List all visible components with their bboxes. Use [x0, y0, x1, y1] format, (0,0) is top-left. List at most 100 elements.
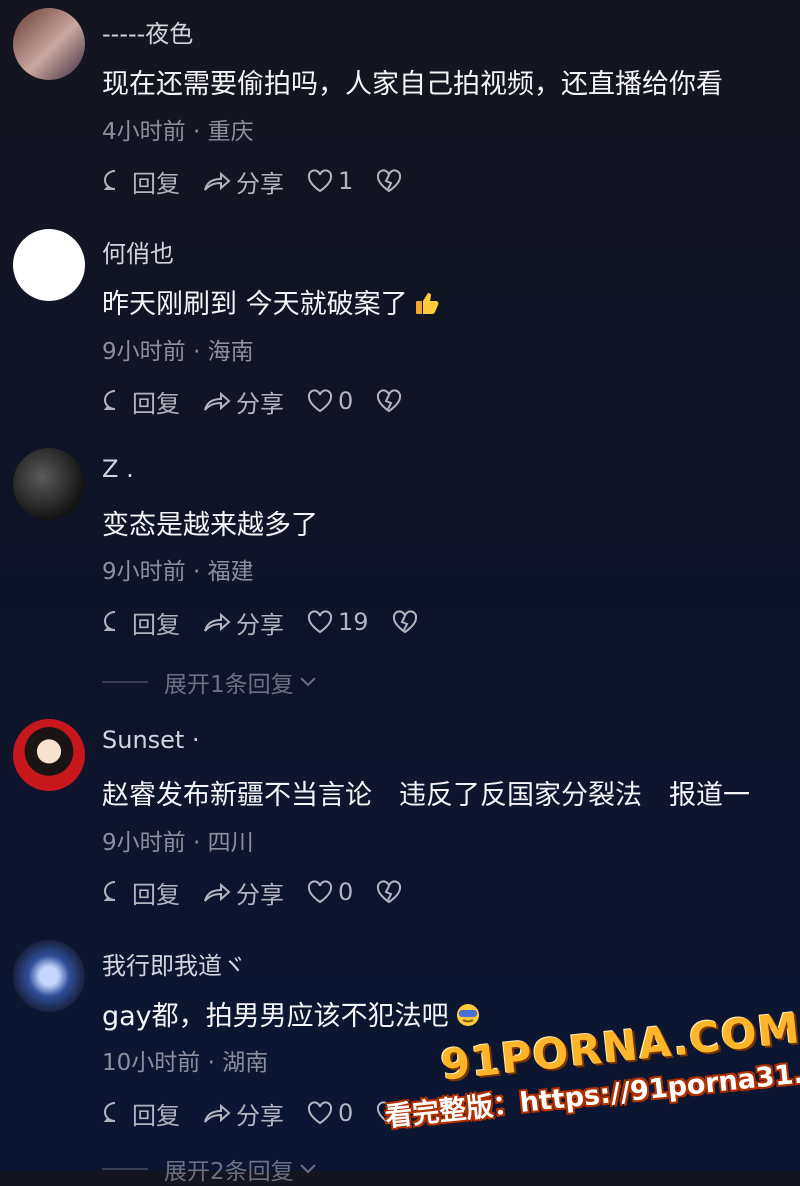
- like-count: 0: [338, 878, 354, 906]
- reply-icon: [103, 390, 116, 410]
- comment-meta: 10小时前 · 湖南: [102, 1043, 268, 1077]
- comment-time: 10小时前: [102, 1050, 201, 1076]
- expand-replies-button[interactable]: 展开1条回复: [102, 665, 318, 699]
- reply-button[interactable]: 回复: [102, 605, 180, 640]
- share-icon: [204, 171, 231, 191]
- comment-meta: 4小时前 · 重庆: [102, 112, 254, 146]
- expand-replies-button[interactable]: 展开2条回复: [102, 1152, 318, 1186]
- share-button[interactable]: 分享: [202, 605, 284, 640]
- share-button[interactable]: 分享: [202, 1096, 284, 1131]
- reply-icon: [103, 881, 116, 901]
- comment-meta: 9小时前 · 四川: [102, 823, 254, 857]
- heart-icon: [307, 1101, 333, 1125]
- comment-meta: 9小时前 · 福建: [102, 552, 254, 586]
- comment-location: 海南: [207, 339, 254, 365]
- comment-time: 9小时前: [102, 559, 186, 585]
- comment-location: 四川: [207, 830, 254, 856]
- like-button[interactable]: 1: [306, 167, 353, 195]
- reply-label: 回复: [132, 880, 180, 909]
- dislike-button[interactable]: [391, 609, 423, 635]
- comment-author[interactable]: 我行即我道ヾ: [102, 946, 246, 981]
- meta-separator: ·: [192, 559, 201, 585]
- comment-time: 9小时前: [102, 339, 186, 365]
- like-count: 0: [338, 1099, 354, 1127]
- comment-author[interactable]: 何俏也: [102, 234, 174, 269]
- meta-separator: ·: [192, 119, 201, 145]
- reply-button[interactable]: 回复: [102, 875, 180, 910]
- dislike-button[interactable]: [375, 879, 407, 905]
- comment-author[interactable]: Z .: [102, 455, 134, 483]
- comment-text: 现在还需要偷拍吗，人家自己拍视频，还直播给你看: [102, 69, 723, 100]
- share-icon: [204, 882, 231, 902]
- divider: [102, 1168, 148, 1170]
- comment-text-content: gay都，拍男男应该不犯法吧: [102, 1001, 449, 1032]
- share-icon: [204, 391, 231, 411]
- share-button[interactable]: 分享: [202, 875, 284, 910]
- avatar[interactable]: [13, 719, 85, 791]
- comment-text-content: 昨天刚刷到 今天就破案了: [102, 289, 408, 320]
- comment-actions: 回复 分享 0: [102, 875, 429, 909]
- like-count: 1: [338, 167, 354, 195]
- heart-icon: [307, 169, 333, 193]
- comment-actions: 回复 分享 0: [102, 384, 429, 418]
- like-button[interactable]: 0: [306, 1099, 353, 1127]
- comment-author[interactable]: -----夜色: [102, 14, 193, 49]
- broken-heart-icon: [377, 169, 402, 193]
- chevron-down-icon: [299, 677, 316, 687]
- meta-separator: ·: [192, 830, 201, 856]
- reply-button[interactable]: 回复: [102, 1096, 180, 1131]
- reply-icon: [103, 1102, 116, 1122]
- comment-text: 变态是越来越多了: [102, 510, 318, 541]
- reply-label: 回复: [132, 169, 180, 198]
- reply-icon: [103, 170, 116, 190]
- divider: [102, 681, 148, 683]
- broken-heart-icon: [392, 610, 417, 634]
- chevron-down-icon: [299, 1164, 316, 1174]
- dislike-button[interactable]: [375, 388, 407, 414]
- comment-text: 赵睿发布新疆不当言论 违反了反国家分裂法 报道一: [102, 780, 750, 811]
- reply-label: 回复: [132, 1101, 180, 1130]
- comment-text: gay都，拍男男应该不犯法吧: [102, 994, 481, 1033]
- heart-icon: [307, 610, 333, 634]
- comment-location: 重庆: [207, 119, 254, 145]
- comment-meta: 9小时前 · 海南: [102, 332, 254, 366]
- avatar[interactable]: [13, 229, 85, 301]
- broken-heart-icon: [377, 880, 402, 904]
- comment-time: 4小时前: [102, 119, 186, 145]
- expand-label: 展开2条回复: [164, 1159, 294, 1185]
- share-label: 分享: [236, 169, 284, 198]
- reply-label: 回复: [132, 610, 180, 639]
- share-label: 分享: [236, 880, 284, 909]
- like-button[interactable]: 0: [306, 878, 353, 906]
- reply-icon: [103, 611, 116, 631]
- share-button[interactable]: 分享: [202, 164, 284, 199]
- heart-icon: [307, 389, 333, 413]
- share-label: 分享: [236, 1101, 284, 1130]
- like-count: 0: [338, 387, 354, 415]
- avatar[interactable]: [13, 448, 85, 520]
- share-icon: [204, 1103, 231, 1123]
- comment-actions: 回复 分享 19: [102, 605, 445, 639]
- meta-separator: ·: [192, 339, 201, 365]
- broken-heart-icon: [377, 389, 402, 413]
- comment-location: 福建: [207, 559, 254, 585]
- reply-button[interactable]: 回复: [102, 384, 180, 419]
- comment-text: 昨天刚刷到 今天就破案了: [102, 282, 440, 321]
- like-count: 19: [338, 608, 369, 636]
- comment-time: 9小时前: [102, 830, 186, 856]
- comment-author[interactable]: Sunset ·: [102, 726, 200, 754]
- comment-location: 湖南: [222, 1050, 269, 1076]
- avatar[interactable]: [13, 940, 85, 1012]
- reply-button[interactable]: 回复: [102, 164, 180, 199]
- comment-actions: 回复 分享 1: [102, 164, 429, 198]
- share-label: 分享: [236, 610, 284, 639]
- expand-label: 展开1条回复: [164, 672, 294, 698]
- dislike-button[interactable]: [375, 168, 407, 194]
- reply-label: 回复: [132, 389, 180, 418]
- comment-actions: 回复 分享 0: [102, 1096, 429, 1130]
- like-button[interactable]: 0: [306, 387, 353, 415]
- share-button[interactable]: 分享: [202, 384, 284, 419]
- like-button[interactable]: 19: [306, 608, 369, 636]
- heart-icon: [307, 880, 333, 904]
- avatar[interactable]: [13, 8, 85, 80]
